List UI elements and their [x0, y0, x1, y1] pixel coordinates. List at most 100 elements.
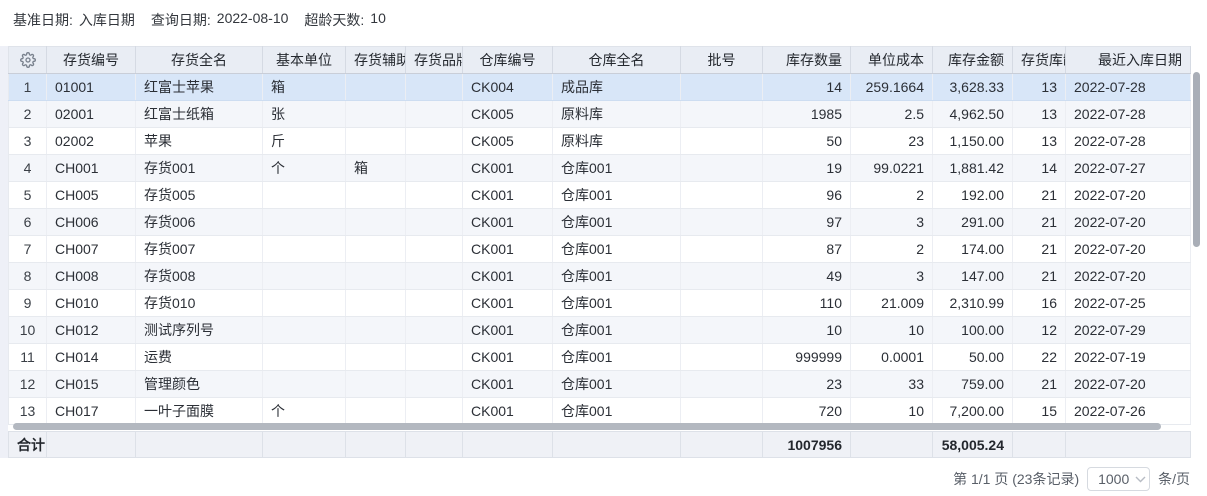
table-cell[interactable]: 14 [763, 74, 851, 101]
table-cell[interactable]: 01001 [47, 74, 136, 101]
table-cell[interactable] [406, 317, 463, 344]
table-cell[interactable] [406, 236, 463, 263]
table-cell[interactable]: 存货006 [136, 209, 263, 236]
table-cell[interactable]: 33 [851, 371, 933, 398]
table-cell[interactable] [681, 101, 763, 128]
table-cell[interactable]: 测试序列号 [136, 317, 263, 344]
column-header-9[interactable]: 库存数量 [763, 47, 851, 74]
table-cell[interactable]: 存货010 [136, 290, 263, 317]
table-cell[interactable]: 259.1664 [851, 74, 933, 101]
table-row[interactable]: 202001红富士纸箱张CK005原料库19852.54,962.5013202… [9, 101, 1191, 128]
table-cell[interactable] [406, 344, 463, 371]
table-cell[interactable]: 仓库001 [553, 371, 681, 398]
table-cell[interactable] [346, 74, 406, 101]
table-row[interactable]: 9CH010存货010CK001仓库00111021.0092,310.9916… [9, 290, 1191, 317]
table-cell[interactable]: 存货001 [136, 155, 263, 182]
table-cell[interactable]: 2022-07-25 [1066, 290, 1191, 317]
table-cell[interactable]: 存货008 [136, 263, 263, 290]
table-cell[interactable]: 3 [851, 209, 933, 236]
table-cell[interactable]: CK001 [463, 263, 553, 290]
table-cell[interactable]: CH007 [47, 236, 136, 263]
column-header-11[interactable]: 库存金额 [933, 47, 1013, 74]
table-cell[interactable]: CK001 [463, 236, 553, 263]
table-cell[interactable] [681, 344, 763, 371]
table-cell[interactable]: 红富士苹果 [136, 74, 263, 101]
page-size-select[interactable]: 1000 [1087, 467, 1150, 491]
table-cell[interactable]: 1985 [763, 101, 851, 128]
table-cell[interactable] [406, 398, 463, 425]
table-row[interactable]: 302002苹果斤CK005原料库50231,150.00132022-07-2… [9, 128, 1191, 155]
table-cell[interactable]: 仓库001 [553, 182, 681, 209]
table-cell[interactable]: 3 [9, 128, 47, 155]
table-cell[interactable]: 11 [9, 344, 47, 371]
table-cell[interactable]: 红富士纸箱 [136, 101, 263, 128]
column-header-2[interactable]: 存货全名 [136, 47, 263, 74]
table-cell[interactable]: CK004 [463, 74, 553, 101]
column-header-10[interactable]: 单位成本 [851, 47, 933, 74]
table-cell[interactable] [406, 371, 463, 398]
table-cell[interactable]: 2022-07-20 [1066, 263, 1191, 290]
table-cell[interactable]: 87 [763, 236, 851, 263]
table-cell[interactable]: 14 [1013, 155, 1066, 182]
table-cell[interactable]: 2022-07-28 [1066, 74, 1191, 101]
table-cell[interactable]: 13 [1013, 101, 1066, 128]
table-cell[interactable]: 759.00 [933, 371, 1013, 398]
table-cell[interactable] [681, 371, 763, 398]
table-cell[interactable]: 02001 [47, 101, 136, 128]
table-cell[interactable]: 3 [851, 263, 933, 290]
table-cell[interactable] [681, 182, 763, 209]
table-cell[interactable]: 192.00 [933, 182, 1013, 209]
table-row[interactable]: 11CH014运费CK001仓库0019999990.000150.002220… [9, 344, 1191, 371]
table-cell[interactable] [406, 263, 463, 290]
table-cell[interactable] [346, 398, 406, 425]
table-cell[interactable] [346, 344, 406, 371]
table-cell[interactable]: 21 [1013, 209, 1066, 236]
table-cell[interactable] [346, 182, 406, 209]
table-cell[interactable]: 一叶子面膜 [136, 398, 263, 425]
table-cell[interactable]: 2022-07-28 [1066, 128, 1191, 155]
table-cell[interactable]: CK001 [463, 398, 553, 425]
table-cell[interactable] [346, 101, 406, 128]
table-cell[interactable]: 7 [9, 236, 47, 263]
table-cell[interactable]: CH006 [47, 209, 136, 236]
table-cell[interactable]: 10 [9, 317, 47, 344]
table-cell[interactable]: 存货005 [136, 182, 263, 209]
table-cell[interactable] [263, 371, 346, 398]
table-cell[interactable]: 97 [763, 209, 851, 236]
table-cell[interactable]: 箱 [346, 155, 406, 182]
table-cell[interactable]: 49 [763, 263, 851, 290]
table-row[interactable]: 4CH001存货001个箱CK001仓库0011999.02211,881.42… [9, 155, 1191, 182]
table-cell[interactable]: 仓库001 [553, 317, 681, 344]
vertical-scrollbar-thumb[interactable] [1193, 72, 1200, 247]
table-cell[interactable]: CK001 [463, 209, 553, 236]
table-cell[interactable]: 2022-07-20 [1066, 182, 1191, 209]
table-cell[interactable] [263, 317, 346, 344]
table-cell[interactable] [346, 290, 406, 317]
table-cell[interactable]: 50 [763, 128, 851, 155]
table-cell[interactable]: 12 [9, 371, 47, 398]
gear-icon[interactable] [9, 47, 46, 73]
table-cell[interactable]: 999999 [763, 344, 851, 371]
table-cell[interactable]: 原料库 [553, 128, 681, 155]
table-row[interactable]: 101001红富士苹果箱CK004成品库14259.16643,628.3313… [9, 74, 1191, 101]
table-cell[interactable]: 成品库 [553, 74, 681, 101]
table-cell[interactable]: 22 [1013, 344, 1066, 371]
table-cell[interactable]: 21.009 [851, 290, 933, 317]
column-header-6[interactable]: 仓库编号 [463, 47, 553, 74]
table-cell[interactable]: 99.0221 [851, 155, 933, 182]
table-row[interactable]: 5CH005存货005CK001仓库001962192.00212022-07-… [9, 182, 1191, 209]
table-cell[interactable]: 23 [851, 128, 933, 155]
table-cell[interactable]: 9 [9, 290, 47, 317]
table-cell[interactable]: 0.0001 [851, 344, 933, 371]
table-cell[interactable] [406, 155, 463, 182]
table-cell[interactable]: CH005 [47, 182, 136, 209]
table-cell[interactable] [406, 209, 463, 236]
table-cell[interactable]: 21 [1013, 182, 1066, 209]
table-cell[interactable] [681, 263, 763, 290]
table-row[interactable]: 10CH012测试序列号CK001仓库0011010100.00122022-0… [9, 317, 1191, 344]
table-cell[interactable]: 10 [763, 317, 851, 344]
table-cell[interactable] [681, 128, 763, 155]
column-header-5[interactable]: 存货品牌 [406, 47, 463, 74]
table-cell[interactable]: 21 [1013, 236, 1066, 263]
table-cell[interactable]: 斤 [263, 128, 346, 155]
